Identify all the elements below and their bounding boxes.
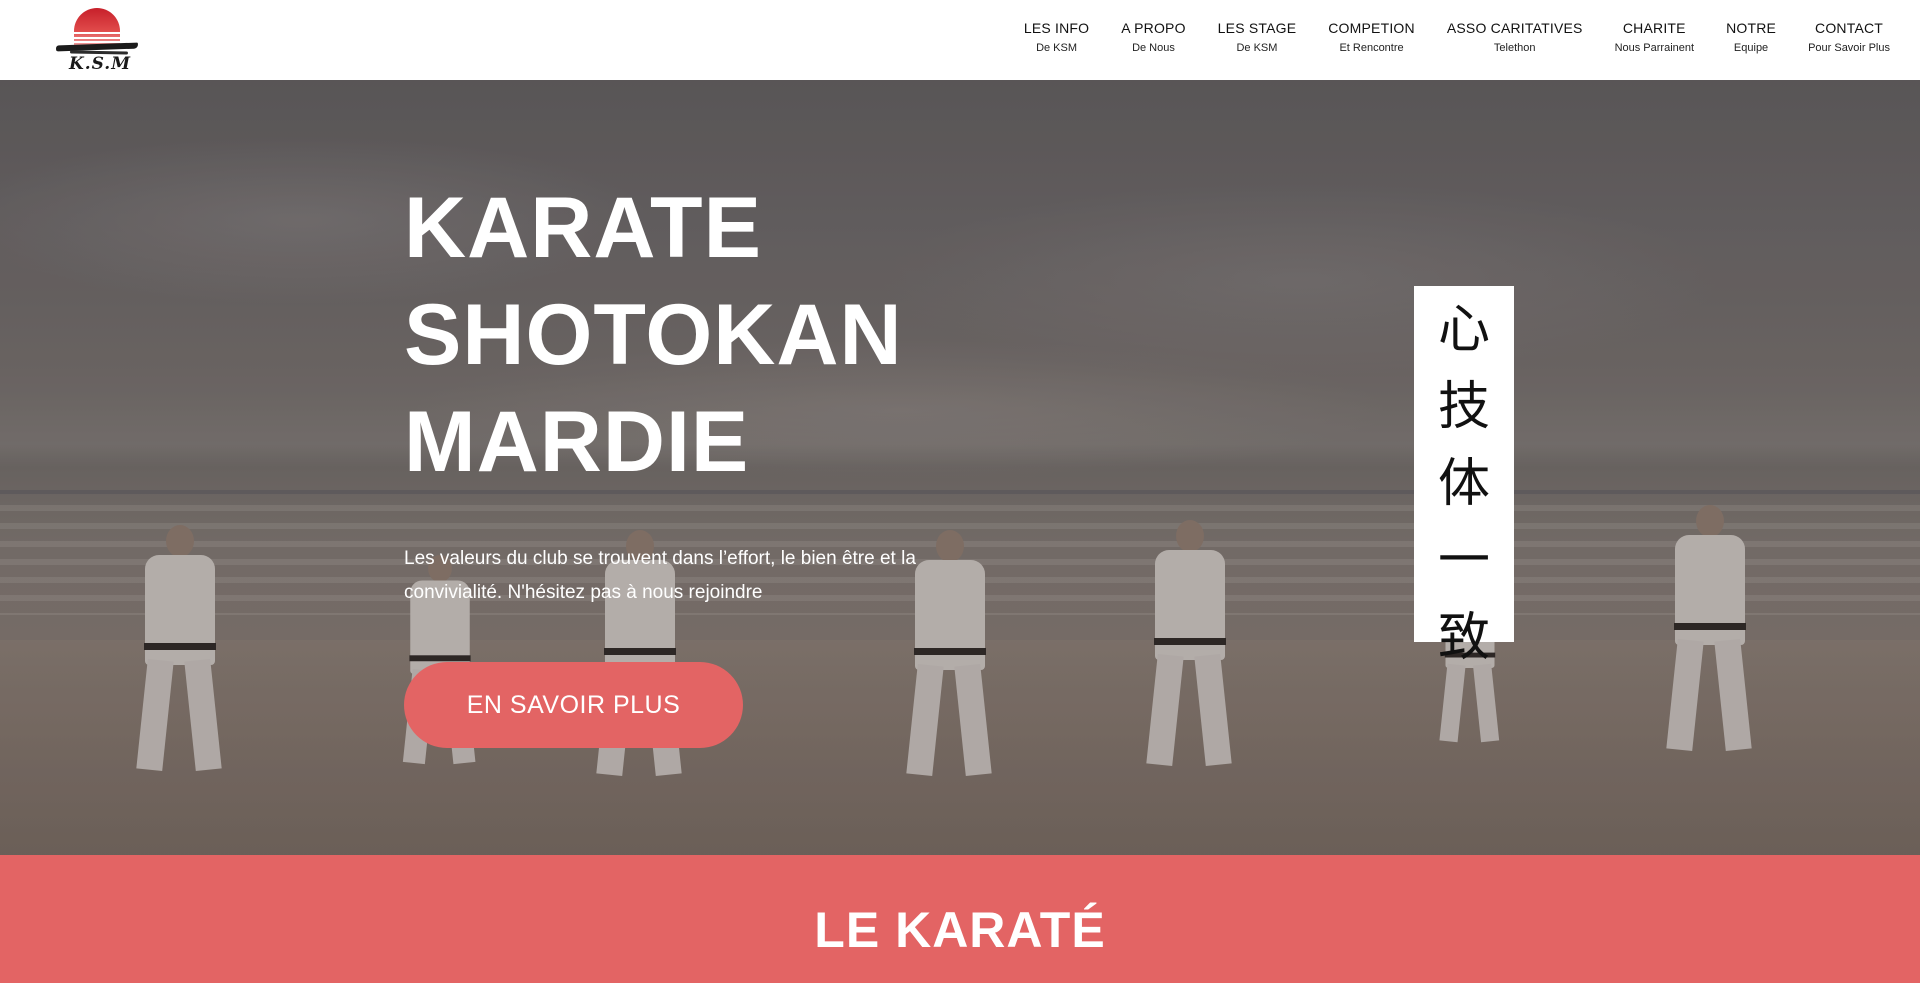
kanji-character: 体 [1437,454,1490,514]
nav-label: CHARITE [1622,20,1686,36]
hero-section: KARATE SHOTOKAN MARDIE Les valeurs du cl… [0,80,1920,855]
nav-item-les-info[interactable]: LES INFO De KSM [1024,20,1089,54]
nav-item-a-propo[interactable]: A PROPO De Nous [1121,20,1185,54]
kanji-character: 致 [1437,608,1490,668]
hero-title-line: SHOTOKAN [404,287,903,383]
nav-sublabel: De KSM [1036,42,1078,54]
nav-sublabel: Telethon [1493,42,1536,54]
nav-item-les-stage[interactable]: LES STAGE De KSM [1218,20,1297,54]
hero-title-line: KARATE [404,180,762,276]
nav-sublabel: Pour Savoir Plus [1808,42,1890,54]
site-header: K.S.M LES INFO De KSM A PROPO De Nous LE… [0,0,1920,80]
hero-description: Les valeurs du club se trouvent dans l’e… [404,548,916,603]
nav-sublabel: De KSM [1236,42,1278,54]
kanji-character: 一 [1437,531,1490,591]
nav-item-competion[interactable]: COMPETION Et Rencontre [1328,20,1415,54]
nav-item-asso-caritatives[interactable]: ASSO CARITATIVES Telethon [1447,20,1583,54]
en-savoir-plus-button[interactable]: EN SAVOIR PLUS [404,662,743,748]
nav-sublabel: De Nous [1132,42,1175,54]
hero-title-line: MARDIE [404,394,750,490]
nav-sublabel: Equipe [1733,42,1769,54]
nav-label: NOTRE [1726,20,1777,36]
nav-label: COMPETION [1328,20,1415,36]
nav-item-notre[interactable]: NOTRE Equipe [1726,20,1776,54]
kanji-character: 技 [1437,377,1490,437]
main-nav: LES INFO De KSM A PROPO De Nous LES STAG… [992,20,1890,54]
nav-label: LES INFO [1023,20,1090,36]
section-title: LE KARATÉ [814,902,1106,958]
nav-label: CONTACT [1815,20,1884,36]
nav-item-contact[interactable]: CONTACT Pour Savoir Plus [1808,20,1890,54]
kanji-scroll: 心 技 体 一 致 [1414,286,1514,668]
kanji-character: 心 [1437,300,1490,360]
karate-section-band: LE KARATÉ [0,855,1920,983]
nav-sublabel: Nous Parrainent [1614,42,1695,54]
nav-item-charite[interactable]: CHARITE Nous Parrainent [1615,20,1695,54]
logo-text: K.S.M [68,54,132,74]
nav-label: A PROPO [1121,20,1186,36]
nav-label: LES STAGE [1217,20,1297,36]
nav-sublabel: Et Rencontre [1339,42,1404,54]
rising-sun-logo-mark [74,8,120,46]
nav-label: ASSO CARITATIVES [1446,20,1583,36]
hero-title: KARATE SHOTOKAN MARDIE [404,175,1104,496]
ksm-logo[interactable]: K.S.M [54,2,144,76]
